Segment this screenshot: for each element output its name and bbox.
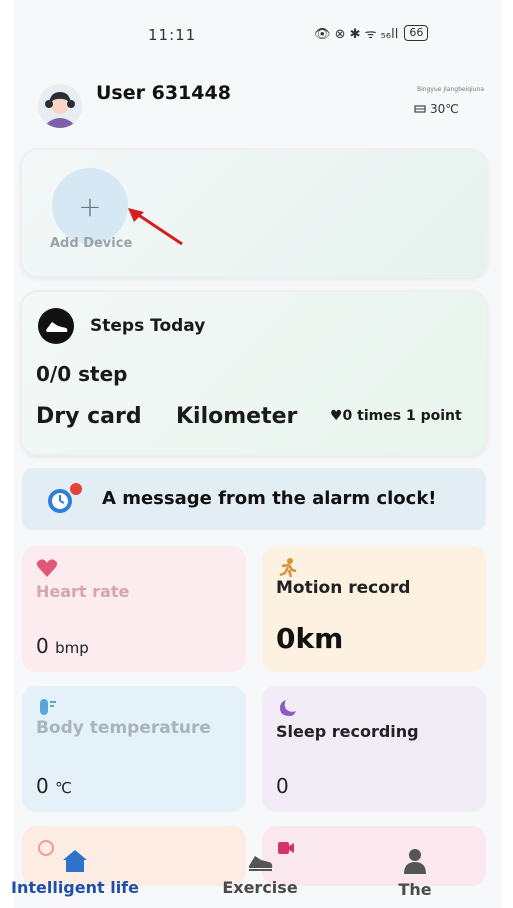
weather-widget: 30℃ bbox=[414, 102, 459, 116]
nav-exercise[interactable]: Exercise bbox=[210, 848, 310, 897]
nav-intelligent-life[interactable]: Intelligent life bbox=[0, 848, 150, 897]
heart-rate-unit: bmp bbox=[55, 639, 89, 657]
nav-label-exercise: Exercise bbox=[222, 878, 298, 897]
add-device-label[interactable]: Add Device bbox=[50, 236, 132, 251]
plus-icon: + bbox=[78, 189, 102, 223]
body-temperature-value: 0 ℃ bbox=[36, 774, 72, 798]
heart-rate-tile[interactable]: Heart rate 0 bmp bbox=[22, 546, 246, 672]
pointer-arrow-icon bbox=[128, 208, 183, 246]
home-icon bbox=[63, 850, 87, 872]
motion-record-value: 0km bbox=[276, 622, 344, 655]
person-icon bbox=[404, 849, 426, 874]
device-card: + Add Device bbox=[22, 150, 486, 276]
location-text: Bingyue Jiangbeiqiuna bbox=[417, 86, 484, 93]
status-bar: 11:11 👁 ⊗ ✱ ᯤ ₅₆ll 66 bbox=[14, 0, 502, 64]
body-temperature-label: Body temperature bbox=[36, 718, 211, 738]
heart-rate-number: 0 bbox=[36, 634, 49, 658]
steps-card[interactable]: Steps Today 0/0 step Dry card Kilometer … bbox=[22, 292, 486, 454]
status-icons: 👁 ⊗ ✱ ᯤ ₅₆ll 66 bbox=[314, 24, 429, 42]
moon-icon bbox=[280, 700, 296, 716]
body-temperature-tile[interactable]: Body temperature 0 ℃ bbox=[22, 686, 246, 812]
app-screen: 11:11 👁 ⊗ ✱ ᯤ ₅₆ll 66 User 631448 Bingyu… bbox=[14, 0, 502, 908]
avatar-icon bbox=[38, 84, 82, 128]
sleep-recording-value: 0 bbox=[276, 774, 289, 798]
steps-title: Steps Today bbox=[90, 316, 206, 336]
thermometer-icon bbox=[40, 699, 56, 715]
runner-icon bbox=[279, 558, 297, 578]
dry-card-label: Dry card bbox=[36, 404, 142, 429]
username: User 631448 bbox=[96, 82, 231, 104]
sleep-recording-label: Sleep recording bbox=[276, 722, 419, 741]
shoe-icon bbox=[249, 856, 273, 871]
alarm-message-text: A message from the alarm clock! bbox=[102, 488, 437, 509]
battery-icon: 66 bbox=[404, 25, 429, 41]
avatar[interactable] bbox=[38, 84, 82, 128]
alarm-message-banner[interactable]: A message from the alarm clock! bbox=[22, 468, 486, 530]
times-points-label: ♥0 times 1 point bbox=[330, 408, 462, 424]
nav-label-intelligent-life: Intelligent life bbox=[11, 878, 139, 897]
status-icon-group: 👁 ⊗ ✱ ᯤ ₅₆ll bbox=[314, 27, 399, 42]
body-temperature-unit: ℃ bbox=[55, 779, 72, 797]
bottom-navigation: Intelligent life Exercise The bbox=[0, 848, 513, 908]
weather-icon bbox=[414, 105, 426, 113]
heart-rate-value: 0 bmp bbox=[36, 634, 89, 658]
motion-record-tile[interactable]: Motion record 0km bbox=[262, 546, 486, 672]
temperature-text: 30℃ bbox=[430, 102, 459, 116]
add-device-button[interactable]: + bbox=[52, 168, 128, 244]
heart-icon bbox=[36, 559, 58, 577]
kilometer-label: Kilometer bbox=[176, 404, 298, 429]
shoe-icon bbox=[38, 308, 74, 344]
body-temperature-number: 0 bbox=[36, 774, 49, 798]
motion-record-label: Motion record bbox=[276, 578, 411, 598]
steps-count: 0/0 step bbox=[36, 362, 128, 386]
nav-label-the: The bbox=[398, 880, 432, 899]
alarm-clock-icon bbox=[48, 483, 82, 513]
sleep-recording-tile[interactable]: Sleep recording 0 bbox=[262, 686, 486, 812]
heart-rate-label: Heart rate bbox=[36, 582, 130, 601]
status-time: 11:11 bbox=[148, 26, 197, 44]
nav-the[interactable]: The bbox=[370, 848, 460, 899]
